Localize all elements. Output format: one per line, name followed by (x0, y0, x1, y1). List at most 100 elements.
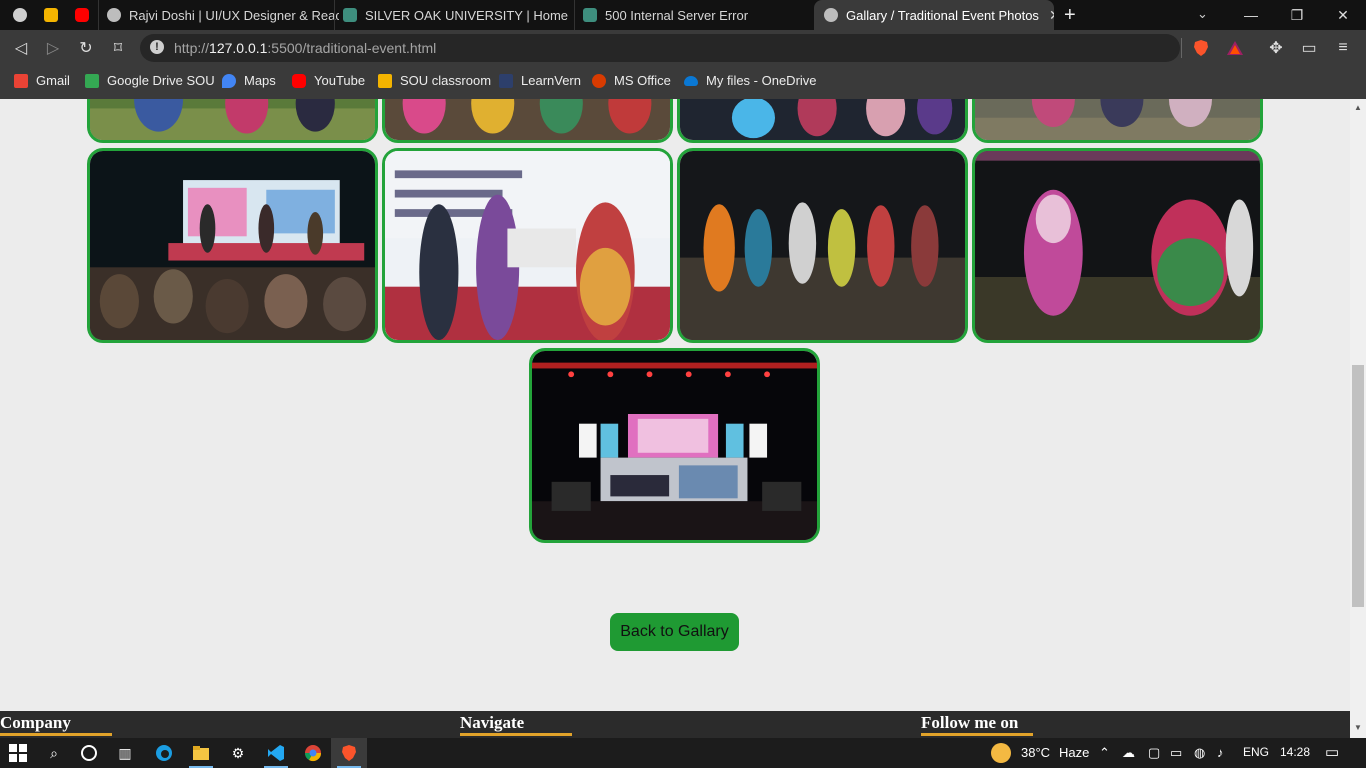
reload-icon[interactable]: ↻ (75, 37, 97, 59)
bookmark-label: My files - OneDrive (706, 73, 817, 88)
input-language[interactable]: ENG (1243, 745, 1269, 759)
tab-strip: Rajvi Doshi | UI/UX Designer & React D S… (0, 0, 1366, 30)
concert-stage-prizes-photo[interactable] (529, 348, 820, 543)
photo-image (385, 99, 670, 140)
university-logo-icon (583, 8, 597, 22)
tab-search-chevron-icon[interactable]: ⌄ (1197, 6, 1208, 22)
globe-icon (107, 8, 121, 22)
onedrive-cloud-icon[interactable]: ☁ (1122, 745, 1135, 761)
bookmark-label: MS Office (614, 73, 671, 88)
tab-gallary-traditional[interactable]: Gallary / Traditional Event Photos ✕ (814, 0, 1054, 30)
close-window-icon[interactable]: ✕ (1320, 0, 1366, 30)
back-arrow-icon[interactable]: ◁ (10, 37, 32, 59)
footer-navigate-heading: Navigate (460, 713, 525, 732)
photo-image (90, 99, 375, 140)
site-info-icon[interactable]: ! (150, 40, 164, 54)
edge-browser-icon[interactable] (155, 744, 173, 762)
back-to-gallary-button[interactable]: Back to Gallary (610, 613, 739, 651)
bookmark-onedrive[interactable]: My files - OneDrive (684, 73, 817, 88)
pinned-tab-youtube-icon[interactable] (75, 8, 89, 22)
dandiya-couple-photo[interactable] (972, 148, 1263, 343)
menu-hamburger-icon[interactable]: ≡ (1332, 37, 1354, 59)
garba-circle-photo[interactable] (382, 99, 673, 143)
photo-image (385, 151, 670, 340)
windows-start-icon[interactable] (9, 744, 27, 762)
pinned-tab-classroom-icon[interactable] (44, 8, 58, 22)
network-globe-icon[interactable]: ◍ (1194, 745, 1205, 761)
footer-follow-underline (921, 733, 1033, 736)
windows-taskbar: ⌕ ▥ ⚙ 38°C Haze ⌃ ☁ ▢ ▭ ◍ ♪ ENG 14:28 ▭ (0, 738, 1366, 768)
task-view-icon[interactable]: ▥ (116, 744, 134, 762)
new-tab-plus-icon[interactable]: + (1064, 4, 1076, 27)
tab-server-error[interactable]: 500 Internal Server Error (574, 0, 815, 30)
bookmark-maps[interactable]: Maps (222, 73, 276, 88)
action-center-notification-icon[interactable]: ▭ (1325, 743, 1339, 761)
bookmark-icon[interactable]: ⌑ (107, 37, 129, 59)
page-scrollbar[interactable]: ▲ ▼ (1350, 99, 1366, 738)
footer-company-heading: Company (0, 713, 71, 732)
page-content: Back to Gallary Company Navigate Follow … (0, 99, 1350, 738)
volume-speaker-icon[interactable]: ♪ (1217, 745, 1224, 760)
minimize-icon[interactable]: — (1228, 0, 1274, 30)
brave-rewards-icon[interactable] (1226, 39, 1244, 57)
brave-shields-icon[interactable] (1192, 39, 1210, 57)
vscode-icon[interactable] (267, 744, 285, 762)
clock-time[interactable]: 14:28 (1280, 745, 1310, 759)
address-bar[interactable]: ! http://127.0.0.1:5500/traditional-even… (140, 34, 1182, 62)
bookmark-label: Google Drive SOU (107, 73, 215, 88)
bookmark-label: Maps (244, 73, 276, 88)
bookmark-gmail[interactable]: Gmail (14, 73, 70, 88)
forward-arrow-icon[interactable]: ▷ (42, 37, 64, 59)
bookmark-sou-classroom[interactable]: SOU classroom (378, 73, 491, 88)
stage-performance-photo[interactable] (87, 148, 378, 343)
settings-gear-icon[interactable]: ⚙ (229, 744, 247, 762)
bookmark-youtube[interactable]: YouTube (292, 73, 365, 88)
prize-ceremony-photo[interactable] (382, 148, 673, 343)
tab-silver-oak-home[interactable]: SILVER OAK UNIVERSITY | Home (334, 0, 575, 30)
bookmark-ms-office[interactable]: MS Office (592, 73, 671, 88)
bookmark-label: Gmail (36, 73, 70, 88)
footer: Company Navigate Follow me on (0, 711, 1350, 738)
weather-temperature[interactable]: 38°C (1021, 745, 1050, 760)
cortana-circle-icon[interactable] (80, 744, 98, 762)
photo-image (680, 151, 965, 340)
extensions-puzzle-icon[interactable]: ✥ (1265, 37, 1287, 59)
crowd-dance-photo[interactable] (972, 99, 1263, 143)
browser-toolbar: ◁ ▷ ↻ ⌑ ! http://127.0.0.1:5500/traditio… (0, 30, 1366, 66)
maps-icon (222, 73, 236, 88)
tab-title: SILVER OAK UNIVERSITY | Home (365, 7, 569, 23)
office-icon (592, 73, 606, 88)
scroll-up-arrow-icon[interactable]: ▲ (1354, 103, 1362, 112)
footer-company-underline (0, 733, 112, 736)
battery-icon[interactable]: ▭ (1170, 745, 1182, 761)
brave-browser-icon[interactable] (340, 744, 358, 762)
chrome-icon[interactable] (304, 744, 322, 762)
file-explorer-icon[interactable] (192, 744, 210, 762)
bookmark-label: SOU classroom (400, 73, 492, 88)
meet-now-icon[interactable]: ▢ (1148, 745, 1160, 761)
garba-dancers-photo[interactable] (87, 99, 378, 143)
weather-sun-icon[interactable] (991, 743, 1011, 763)
show-hidden-icons-chevron-icon[interactable]: ⌃ (1099, 745, 1110, 761)
bookmark-learnvern[interactable]: LearnVern (499, 73, 581, 88)
restore-icon[interactable]: ❐ (1274, 0, 1320, 30)
photo-image (975, 151, 1260, 340)
university-logo-icon (343, 8, 357, 22)
gmail-icon (14, 73, 28, 88)
bookmark-google-drive[interactable]: Google Drive SOU (85, 73, 215, 88)
tab-rajvi-doshi[interactable]: Rajvi Doshi | UI/UX Designer & React D (98, 0, 339, 30)
close-tab-icon[interactable]: ✕ (1049, 7, 1054, 24)
google-drive-icon (85, 73, 99, 88)
youtube-icon (292, 73, 306, 88)
url-text[interactable]: http://127.0.0.1:5500/traditional-event.… (174, 40, 436, 56)
tab-title: Rajvi Doshi | UI/UX Designer & React D (129, 7, 339, 23)
wallet-icon[interactable]: ▭ (1298, 37, 1320, 59)
night-garba-photo[interactable] (677, 148, 968, 343)
scrollbar-thumb[interactable] (1352, 365, 1364, 607)
glowing-ball-dance-photo[interactable] (677, 99, 968, 143)
classroom-icon (378, 73, 392, 88)
weather-condition[interactable]: Haze (1059, 745, 1089, 760)
search-icon[interactable]: ⌕ (45, 744, 63, 762)
pinned-tab-globe-icon[interactable] (13, 8, 27, 22)
scroll-down-arrow-icon[interactable]: ▼ (1354, 723, 1362, 732)
